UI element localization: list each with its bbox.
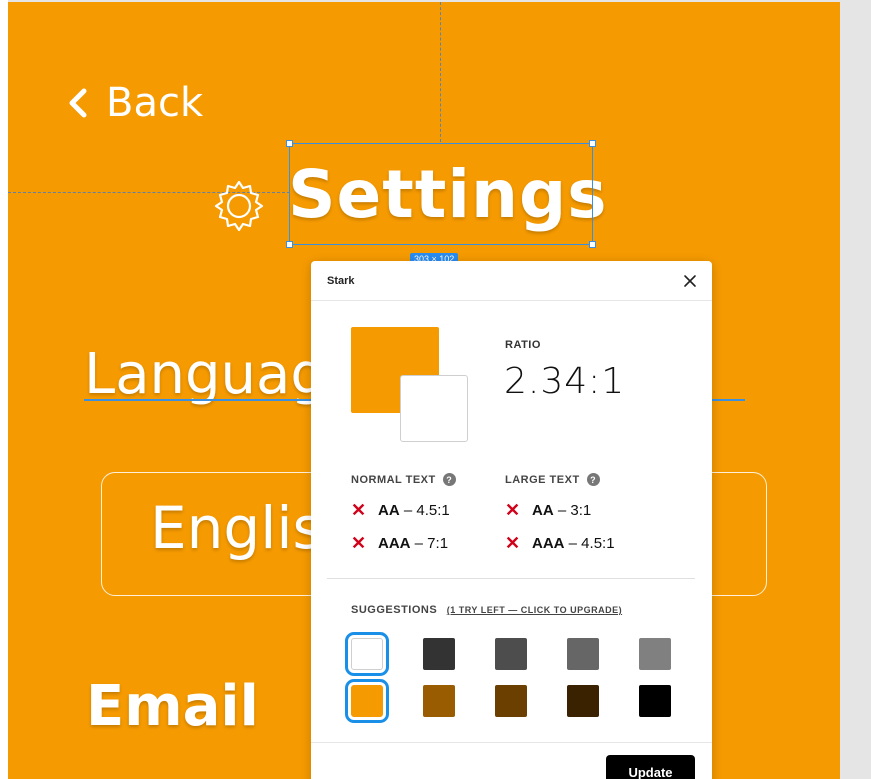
back-label: Back (106, 80, 204, 126)
level-label: AAA (532, 535, 565, 552)
help-icon[interactable]: ? (586, 473, 600, 486)
suggestions-label: SUGGESTIONS (351, 604, 438, 616)
normal-text-title: NORMAL TEXT ? (351, 473, 456, 486)
fail-icon: ✕ (505, 533, 521, 553)
large-aaa-row: ✕ AAA – 4.5:1 (505, 533, 615, 554)
vertical-guide (440, 2, 441, 142)
suggestion-swatch[interactable] (495, 638, 527, 670)
email-label[interactable]: Email (86, 674, 259, 739)
suggestion-swatch[interactable] (495, 685, 527, 717)
suggestion-swatch[interactable] (345, 679, 389, 723)
chevron-left-icon (69, 88, 87, 118)
large-text-title: LARGE TEXT ? (505, 473, 600, 486)
fail-icon: ✕ (505, 500, 521, 520)
level-label: AA (532, 502, 554, 519)
suggestion-swatch[interactable] (567, 638, 599, 670)
resize-handle-top-right[interactable] (589, 140, 596, 147)
normal-aa-row: ✕ AA – 4.5:1 (351, 500, 450, 521)
upgrade-link[interactable]: (1 TRY LEFT — CLICK TO UPGRADE) (447, 605, 622, 615)
suggestion-swatch[interactable] (345, 632, 389, 676)
update-button[interactable]: Update (606, 755, 695, 779)
level-ratio: – 7:1 (414, 535, 449, 552)
large-aa-row: ✕ AA – 3:1 (505, 500, 591, 521)
level-label: AAA (378, 535, 411, 552)
design-canvas: Back Settings 303 × 102 Language English… (0, 0, 871, 779)
ratio-label: RATIO (505, 339, 541, 351)
stark-panel: Stark RATIO 2.34:1 NORMAL TEXT ? ✕ AA – … (311, 261, 712, 779)
large-text-label: LARGE TEXT (505, 473, 580, 486)
level-ratio: – 4.5:1 (403, 502, 450, 519)
suggestion-swatch[interactable] (639, 638, 671, 670)
suggestion-swatch[interactable] (567, 685, 599, 717)
help-icon[interactable]: ? (442, 473, 456, 486)
fail-icon: ✕ (351, 500, 367, 520)
background-swatch[interactable] (400, 375, 468, 442)
fail-icon: ✕ (351, 533, 367, 553)
suggestion-swatch[interactable] (423, 638, 455, 670)
suggestion-swatch[interactable] (639, 685, 671, 717)
resize-handle-bottom-left[interactable] (286, 241, 293, 248)
stark-title: Stark (327, 275, 355, 287)
suggestion-swatch[interactable] (423, 685, 455, 717)
selection-box (286, 140, 596, 248)
stark-header: Stark (311, 261, 712, 301)
ratio-value: 2.34:1 (504, 361, 626, 402)
normal-text-label: NORMAL TEXT (351, 473, 436, 486)
gear-icon[interactable] (211, 178, 267, 234)
back-link[interactable]: Back (64, 78, 203, 128)
level-label: AA (378, 502, 400, 519)
close-icon[interactable] (682, 273, 698, 289)
divider (327, 578, 695, 579)
canvas-edge (0, 0, 8, 779)
level-ratio: – 4.5:1 (568, 535, 615, 552)
level-ratio: – 3:1 (557, 502, 592, 519)
resize-handle-bottom-right[interactable] (589, 241, 596, 248)
suggestions-title: SUGGESTIONS (1 TRY LEFT — CLICK TO UPGRA… (351, 604, 622, 616)
normal-aaa-row: ✕ AAA – 7:1 (351, 533, 448, 554)
resize-handle-top-left[interactable] (286, 140, 293, 147)
